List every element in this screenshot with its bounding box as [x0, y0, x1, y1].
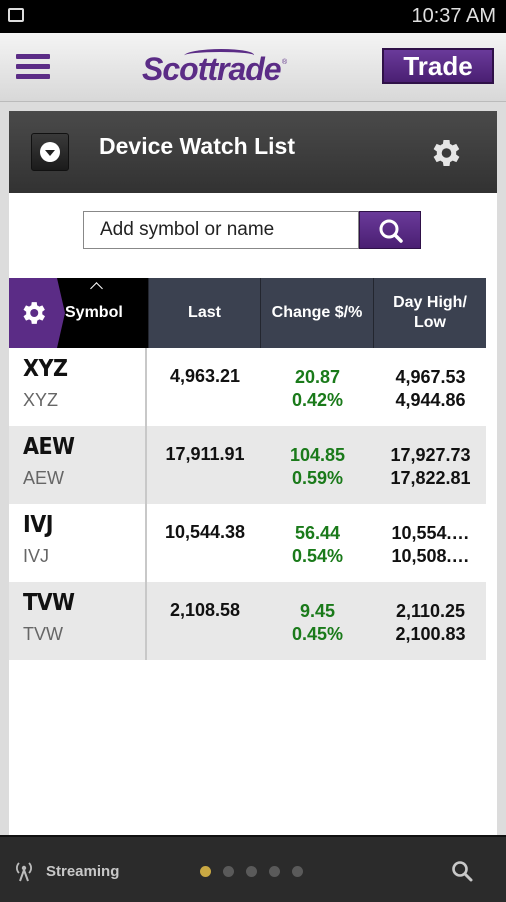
page-dot-3[interactable] — [246, 866, 257, 877]
image-notification-icon — [8, 8, 24, 22]
column-header-change[interactable]: Change $/% — [260, 278, 373, 348]
settings-gear-icon[interactable] — [427, 135, 463, 171]
row-change: 9.45 — [299, 601, 336, 621]
watchlist-card: Device Watch List Symbol — [9, 111, 497, 835]
watchlist-title: Device Watch List — [99, 133, 295, 159]
scottrade-logo: Scottrade ® — [142, 47, 292, 87]
row-change: 104.85 — [289, 445, 346, 465]
logo-registered-mark: ® — [282, 59, 288, 66]
row-day-high: 4,967.53 — [395, 367, 466, 387]
row-last: 4,963.21 — [169, 366, 241, 386]
table-row[interactable]: IVJ IVJ 10,544.38 56.44 0.54% 10,554.… 10,… — [9, 504, 486, 582]
row-last: 2,108.58 — [169, 600, 241, 620]
row-symbol: AEW — [23, 434, 75, 460]
page-dot-5[interactable] — [292, 866, 303, 877]
column-header-day-high-low[interactable]: Day High/ Low — [373, 278, 486, 348]
row-day-low: 2,100.83 — [395, 624, 466, 644]
row-last: 17,911.91 — [165, 444, 245, 464]
bottom-bar: Streaming — [0, 835, 506, 902]
row-day-high: 2,110.25 — [395, 601, 466, 621]
logo-text: Scottrade — [142, 51, 282, 87]
row-change-pct: 0.54% — [291, 546, 344, 566]
row-symbol-sub: TVW — [23, 624, 63, 644]
status-bar: 10:37 AM — [0, 0, 506, 33]
row-change-pct: 0.45% — [291, 624, 344, 644]
streaming-icon[interactable] — [12, 859, 36, 883]
row-symbol-sub: XYZ — [23, 390, 59, 410]
page-dot-2[interactable] — [223, 866, 234, 877]
page-dot-4[interactable] — [269, 866, 280, 877]
row-change: 20.87 — [294, 367, 341, 387]
row-symbol-sub: AEW — [23, 468, 65, 488]
column-header-last[interactable]: Last — [148, 278, 260, 348]
page-dot-1[interactable] — [200, 866, 211, 877]
search-icon — [379, 219, 403, 243]
table-row[interactable]: XYZ XYZ 4,963.21 20.87 0.42% 4,967.53 4,94… — [9, 348, 486, 426]
streaming-label[interactable]: Streaming — [46, 863, 119, 880]
row-change-pct: 0.42% — [291, 390, 344, 410]
watchlist-dropdown-button[interactable] — [31, 133, 69, 171]
sort-ascending-icon — [90, 282, 103, 295]
row-symbol: IVJ — [23, 512, 53, 538]
table-header: Symbol Last Change $/% Day High/ Low — [9, 278, 486, 348]
row-last: 10,544.38 — [164, 522, 246, 542]
column-settings-button[interactable] — [9, 278, 65, 348]
menu-icon[interactable] — [16, 54, 50, 80]
status-time: 10:37 AM — [411, 5, 496, 27]
row-symbol: XYZ — [23, 356, 68, 382]
row-day-high: 17,927.73 — [390, 445, 471, 465]
table-row[interactable]: AEW AEW 17,911.91 104.85 0.59% 17,927.73 1… — [9, 426, 486, 504]
trade-button[interactable]: Trade — [382, 48, 494, 84]
row-day-high: 10,554.… — [391, 523, 470, 543]
row-symbol: TVW — [23, 590, 75, 616]
row-change: 56.44 — [294, 523, 341, 543]
gear-icon — [23, 302, 45, 324]
row-symbol-sub: IVJ — [23, 546, 50, 566]
row-day-low: 10,508.… — [391, 546, 470, 566]
row-day-low: 4,944.86 — [395, 390, 466, 410]
app-header: Scottrade ® Trade — [0, 33, 506, 102]
row-day-low: 17,822.81 — [390, 468, 471, 488]
column-label-symbol: Symbol — [65, 304, 123, 321]
search-button[interactable] — [359, 211, 421, 249]
watchlist-header: Device Watch List — [9, 111, 497, 193]
search-icon[interactable] — [450, 859, 474, 883]
add-symbol-input[interactable] — [83, 211, 359, 249]
row-change-pct: 0.59% — [291, 468, 344, 488]
table-row[interactable]: TVW TVW 2,108.58 9.45 0.45% 2,110.25 2,100… — [9, 582, 486, 660]
